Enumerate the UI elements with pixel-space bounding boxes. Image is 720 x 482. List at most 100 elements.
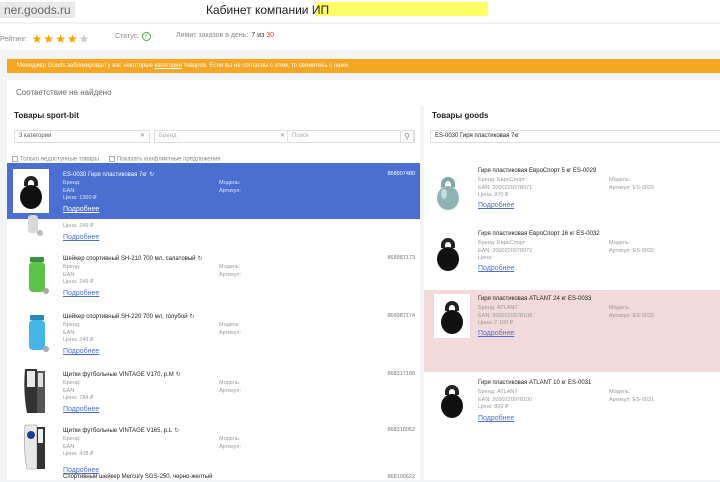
list-item[interactable]: Щитки футбольные VINTAGE V165, p.L ↻ 8683… [7, 421, 420, 479]
product-model: Модель: Артикул: ES-0032 [609, 240, 654, 254]
product-attrs: Бренд: ЕвроСпорт EAN: 2000220978071 Цена… [478, 177, 533, 198]
brand-select[interactable]: Бренд ✕ [154, 130, 290, 143]
product-image [434, 378, 470, 422]
rating-bar: Рейтинг: ★★★★★ Статус: ✓ Лимит заказов в… [0, 24, 720, 50]
cabinet-title: Кабинет компании ИП [206, 3, 330, 17]
no-match-text: Соответствие не найдено [16, 88, 112, 97]
list-item[interactable]: ES-0030 Гиря пластиковая 7кг ↻ 868907480 … [7, 163, 420, 219]
status: Статус: ✓ [115, 32, 152, 41]
categories-link[interactable]: категории [155, 63, 182, 69]
checkbox-icon[interactable] [12, 156, 18, 162]
product-image [17, 367, 53, 417]
product-number: 868100622 [387, 474, 415, 480]
search-input[interactable]: Поиск ⚲ [287, 130, 415, 143]
product-attrs: Бренд: ЕвроСпорт EAN: 2000220978072 Цена… [478, 240, 533, 261]
filter-checkboxes: Только недоступные товары Показать конфл… [12, 156, 221, 163]
star-icon: ★ [31, 32, 44, 46]
checkbox-icon[interactable] [108, 156, 115, 162]
details-link[interactable]: Подробнее [63, 234, 99, 241]
product-name: Щитки футбольные VINTAGE V170, p.M ↻ [63, 372, 181, 378]
rating: Рейтинг: ★★★★★ [0, 32, 90, 46]
list-item[interactable]: Гиря пластиковая ЕвроСпорт 16 кг ES-0032… [424, 227, 720, 285]
only-unmatched-checkbox[interactable]: Только недоступные товары [12, 156, 99, 163]
details-link[interactable]: Подробнее [63, 406, 99, 413]
star-icon: ★ [55, 32, 67, 46]
clear-icon[interactable]: ✕ [140, 131, 145, 142]
status-label: Статус: [115, 33, 140, 40]
list-item[interactable]: Гиря пластиковая ATLANT 10 кг ES-0031 Бр… [424, 374, 720, 432]
limit-label: Лимит заказов в день: [176, 32, 249, 39]
details-link[interactable]: Подробнее [478, 415, 514, 422]
check-circle-icon: ✓ [142, 32, 152, 41]
product-attrs: Бренд: EAN: Цена: 784 ₽ [63, 380, 94, 401]
show-conflicts-checkbox[interactable]: Показать конфликтные предложения [108, 156, 221, 163]
rating-stars: ★★★★★ [32, 32, 91, 46]
list-item[interactable]: Цена: 249 ₽ Подробнее [7, 215, 420, 249]
product-name: Спортивный шейкер Mercury SGS-250, черно… [63, 474, 213, 480]
list-item[interactable]: Шейкер спортивный SH-210 700 мл, салатов… [7, 249, 420, 307]
product-name: Щитки футбольные VINTAGE V165, p.L ↻ [63, 428, 180, 434]
product-number: 868987174 [387, 313, 415, 319]
product-model: Модель: Артикул: ES-0033 [609, 305, 654, 319]
product-number: 868317189 [387, 371, 415, 377]
product-image [430, 170, 466, 214]
clear-icon[interactable]: ✕ [280, 131, 285, 142]
product-model: Модель: Артикул: ES-0031 [609, 389, 654, 403]
details-link[interactable]: Подробнее [63, 348, 99, 355]
product-attrs: Бренд: ATLANT EAN: 2000220978108 Цена: 2… [478, 305, 533, 326]
product-attrs: Бренд: EAN: Цена: 428 ₽ [63, 436, 94, 457]
product-number: 868907480 [387, 171, 415, 177]
company-name-highlight [315, 2, 488, 16]
left-panel: Товары sport-bit 3 категории ✕ Бренд ✕ П… [7, 106, 420, 480]
sync-icon[interactable]: ↻ [149, 172, 154, 178]
no-match-card: Соответствие не найдено [7, 80, 720, 106]
list-item[interactable]: Спортивный шейкер Mercury SGS-250, черно… [7, 472, 420, 482]
product-name: Шейкер спортивный SH-210 700 мл, салатов… [63, 256, 203, 262]
product-number: 868987173 [387, 255, 415, 261]
list-item[interactable]: Шейкер спортивный SH-220 700 мл, голубой… [7, 307, 420, 365]
left-panel-title: Товары sport-bit [14, 111, 79, 120]
list-item[interactable]: Гиря пластиковая ЕвроСпорт 5 кг ES-0029 … [424, 164, 720, 222]
product-name: Гиря пластиковая ЕвроСпорт 16 кг ES-0032 [478, 231, 600, 237]
details-link[interactable]: Подробнее [478, 202, 514, 209]
product-attrs: Бренд: ATLANT EAN: 2000220978100 Цена: 8… [478, 389, 533, 410]
product-attrs: Бренд: EAN: Цена: 1360 ₽ [63, 180, 97, 201]
sync-icon[interactable]: ↻ [198, 256, 203, 262]
product-name: Гиря пластиковая ЕвроСпорт 5 кг ES-0029 [478, 168, 597, 174]
product-model: Модель: Артикул: [219, 436, 242, 450]
product-image [17, 423, 53, 473]
top-bar: ner.goods.ru Кабинет компании ИП [0, 0, 720, 22]
product-model: Модель: Артикул: [219, 322, 242, 336]
star-icon: ★ [43, 32, 56, 46]
product-attrs: Бренд: EAN: Цена: 249 ₽ [63, 264, 94, 285]
details-link[interactable]: Подробнее [63, 290, 99, 297]
product-model: Модель: Артикул: ES-0029 [609, 177, 654, 191]
star-icon: ★ [66, 32, 79, 46]
product-attrs: Бренд: EAN: Цена: 249 ₽ [63, 322, 94, 343]
star-empty-icon: ★ [78, 32, 91, 46]
category-select[interactable]: 3 категории ✕ [14, 130, 150, 143]
sync-icon[interactable]: ↻ [176, 372, 181, 378]
product-model: Модель: Артикул: [219, 264, 242, 278]
details-link[interactable]: Подробнее [478, 330, 514, 337]
product-image [19, 313, 55, 357]
product-attrs: Цена: 249 ₽ [63, 223, 94, 229]
search-icon[interactable]: ⚲ [400, 130, 414, 143]
product-number: 868318052 [387, 427, 415, 433]
sync-icon[interactable]: ↻ [190, 314, 195, 320]
site-url[interactable]: ner.goods.ru [0, 2, 75, 18]
right-panel-title: Товары goods [432, 111, 489, 120]
list-item[interactable]: Щитки футбольные VINTAGE V170, p.M ↻ 8683… [7, 365, 420, 423]
product-model: Модель: Артикул: [219, 380, 242, 394]
order-limit: Лимит заказов в день: 7 из 30 [176, 32, 274, 39]
details-link[interactable]: Подробнее [63, 206, 99, 213]
sync-icon[interactable]: ↻ [174, 428, 179, 434]
product-name: ES-0030 Гиря пластиковая 7кг ↻ [63, 172, 155, 178]
warning-banner: Менеджер Goods заблокировал у вас некото… [7, 59, 720, 73]
product-image [434, 294, 470, 338]
product-image [13, 169, 49, 213]
details-link[interactable]: Подробнее [478, 265, 514, 272]
list-item-conflict[interactable]: Гиря пластиковая ATLANT 24 кг ES-0033 Бр… [424, 290, 720, 372]
goods-search-input[interactable]: ES-0030 Гиря пластиковая 7кг [430, 130, 720, 143]
product-model: Модель: Артикул: [219, 180, 242, 194]
